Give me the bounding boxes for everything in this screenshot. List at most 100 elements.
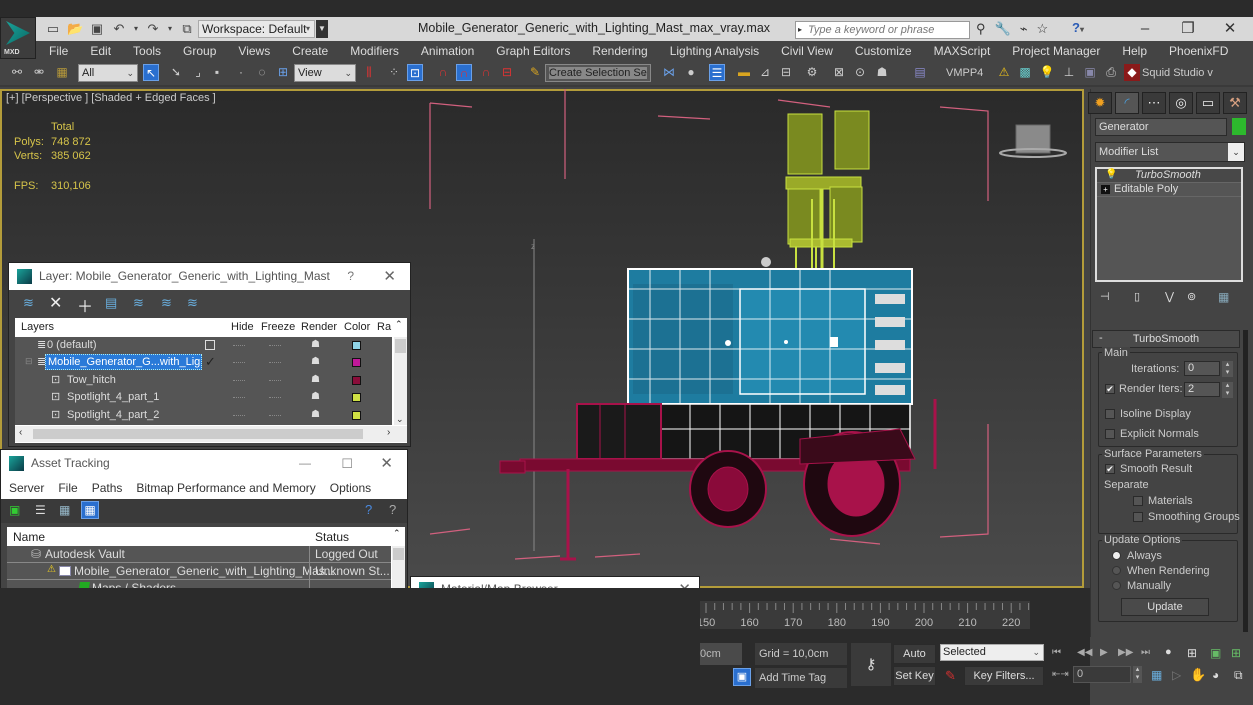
layer-row[interactable]: ⊟ ≣ Mobile_Generator_G...with_Lightin ✓ … [15, 354, 392, 371]
open-file-icon[interactable]: 📂 [67, 22, 83, 36]
auto-key-button[interactable]: Auto Key [893, 644, 936, 678]
previous-frame-icon[interactable]: ◀◀ [1077, 647, 1092, 658]
select-move-icon[interactable]: · [233, 64, 249, 81]
close-button[interactable]: ✕ [380, 450, 393, 477]
window-crossing-icon[interactable]: ▪ [209, 64, 225, 81]
environment-map-icon[interactable]: ▩ [1017, 64, 1033, 81]
new-layer-icon[interactable]: ≋ [23, 295, 34, 311]
vray-frame-buffer-icon[interactable]: ▤ [912, 64, 928, 81]
iterations-spinner[interactable]: ▴ ▾ [1222, 361, 1233, 377]
menu-tools[interactable]: Tools [120, 44, 170, 58]
menu-create[interactable]: Create [279, 44, 337, 58]
freeze-toggle[interactable] [269, 397, 281, 400]
go-to-start-icon[interactable]: ⏮ [1052, 647, 1061, 658]
layer-panel-titlebar[interactable]: Layer: Mobile_Generator_Generic_with_Lig… [9, 263, 410, 290]
binoculars-icon[interactable]: ⚲ [976, 21, 986, 37]
project-folder-icon[interactable]: ⧉ [179, 22, 195, 36]
help-button[interactable]: ?▾ [1072, 20, 1098, 38]
freeze-toggle[interactable] [269, 362, 281, 365]
update-manually-radio[interactable] [1112, 581, 1121, 590]
workspace-dropdown[interactable]: Workspace: Default ▾ [198, 20, 315, 38]
spinner-snap-icon[interactable]: ⊟ [499, 64, 515, 81]
iterations-input[interactable]: 0 [1184, 361, 1220, 376]
schematic-view-icon[interactable]: ⊟ [778, 64, 794, 81]
pivot-center-icon[interactable]: ⫼ [361, 64, 377, 81]
scene-explorer-icon[interactable]: ☰ [709, 64, 725, 81]
separate-smoothing-groups-checkbox[interactable] [1133, 512, 1143, 522]
redo-dropdown-icon[interactable]: ▾ [167, 22, 173, 36]
stack-item-turbosmooth[interactable]: 💡 TurboSmooth [1097, 169, 1241, 183]
axis-tool-icon[interactable]: ⊥ [1061, 64, 1077, 81]
menu-project-manager[interactable]: Project Manager [999, 44, 1109, 58]
align-icon[interactable]: ● [683, 64, 699, 81]
checkmark-icon[interactable]: ✓ [205, 354, 216, 370]
col-render[interactable]: Render [301, 321, 337, 333]
view-cube[interactable] [999, 124, 1067, 158]
render-teapot-icon[interactable]: ☗ [311, 374, 320, 385]
select-objects-icon[interactable]: ▤ [105, 295, 117, 311]
time-tag-icon[interactable]: ▣ [733, 668, 751, 686]
menu-lighting-analysis[interactable]: Lighting Analysis [657, 44, 768, 58]
command-panel-scrollbar[interactable] [1243, 330, 1248, 632]
hide-toggle[interactable] [233, 345, 245, 348]
menu-views[interactable]: Views [225, 44, 279, 58]
curve-editor-icon[interactable]: ⊿ [757, 64, 773, 81]
rectangular-region-icon[interactable]: ⌟ [190, 64, 206, 81]
squid-studio-icon[interactable]: ◆ [1124, 64, 1140, 81]
redo-icon[interactable]: ↷ [145, 22, 161, 36]
reference-coord-dropdown[interactable]: View ⌄ [294, 64, 356, 82]
layer-row[interactable]: ≣ 0 (default) ☗ [15, 337, 392, 354]
select-scale-icon[interactable]: ⊞ [275, 64, 291, 81]
squid-studio-button[interactable]: Squid Studio v [1142, 64, 1213, 82]
zoom-extents-icon[interactable]: ▣ [1210, 646, 1221, 660]
expand-icon[interactable]: + [1101, 185, 1110, 194]
col-color[interactable]: Color [344, 321, 370, 333]
set-key-button[interactable]: Set Key [893, 666, 936, 686]
key-mode-toggle-icon[interactable]: ⇤⇥ [1052, 669, 1069, 680]
minimize-button[interactable]: — [299, 450, 311, 477]
zoom-all-icon[interactable]: ⊞ [1187, 646, 1197, 660]
menu-customize[interactable]: Customize [842, 44, 921, 58]
menu-bitmap-performance[interactable]: Bitmap Performance and Memory [136, 481, 315, 495]
set-key-key-icon[interactable]: ⚷ [851, 643, 891, 686]
link-icon[interactable]: ⚯ [9, 64, 25, 81]
mirror-icon[interactable]: ⋈ [661, 64, 677, 81]
col-ra[interactable]: Ra [377, 321, 391, 333]
layer-color-swatch[interactable] [352, 341, 361, 350]
col-status[interactable]: Status [315, 530, 349, 544]
close-button[interactable]: ✕ [1210, 18, 1250, 40]
orbit-icon[interactable]: ◕ [1212, 668, 1219, 682]
add-icon[interactable]: ＋ [77, 293, 93, 317]
highlight-layer-icon[interactable]: ≋ [133, 295, 144, 311]
warning-icon[interactable]: ⚠ [996, 64, 1012, 81]
update-when-rendering-radio[interactable] [1112, 566, 1121, 575]
light-bulb-icon[interactable]: 💡 [1039, 64, 1055, 81]
help-button[interactable]: ? [347, 263, 354, 290]
select-object-icon[interactable]: ↖ [143, 64, 159, 81]
close-button[interactable]: ✕ [383, 263, 396, 290]
create-selection-set-dropdown[interactable]: Create Selection Se ⌄ [545, 64, 651, 82]
object-color-swatch[interactable] [1232, 118, 1246, 135]
render-iters-checkbox[interactable]: ✔ [1105, 384, 1115, 394]
render-teapot-icon[interactable]: ☗ [311, 356, 320, 367]
menu-file[interactable]: File [58, 481, 77, 495]
layer-row[interactable]: ⊡ Spotlight_4_part_1 ☗ [15, 389, 392, 406]
modifier-list-dropdown[interactable]: Modifier List ⌄ [1095, 142, 1245, 162]
generator-model[interactable]: z [420, 89, 1084, 588]
undo-icon[interactable]: ↶ [111, 22, 127, 36]
script-icon[interactable]: ⎙ [1103, 64, 1119, 81]
app-menu-button[interactable]: MXD [0, 17, 36, 59]
snaps-toggle-icon[interactable]: ∩ [435, 64, 451, 81]
minimize-button[interactable]: – [1125, 18, 1165, 40]
menu-rendering[interactable]: Rendering [579, 44, 656, 58]
coordinate-field[interactable]: 0cm [700, 643, 742, 665]
pan-view-icon[interactable]: ✋ [1190, 667, 1206, 683]
hide-toggle[interactable] [233, 415, 245, 418]
col-name[interactable]: Name [13, 530, 45, 544]
display-tab-icon[interactable]: ▭ [1196, 92, 1220, 114]
col-freeze[interactable]: Freeze [261, 321, 295, 333]
layer-row[interactable]: ⊡ Tow_hitch ☗ [15, 372, 392, 389]
menu-paths[interactable]: Paths [92, 481, 123, 495]
hide-all-icon[interactable]: ≋ [161, 295, 172, 311]
wrench-icon[interactable]: 🔧 [995, 21, 1011, 37]
